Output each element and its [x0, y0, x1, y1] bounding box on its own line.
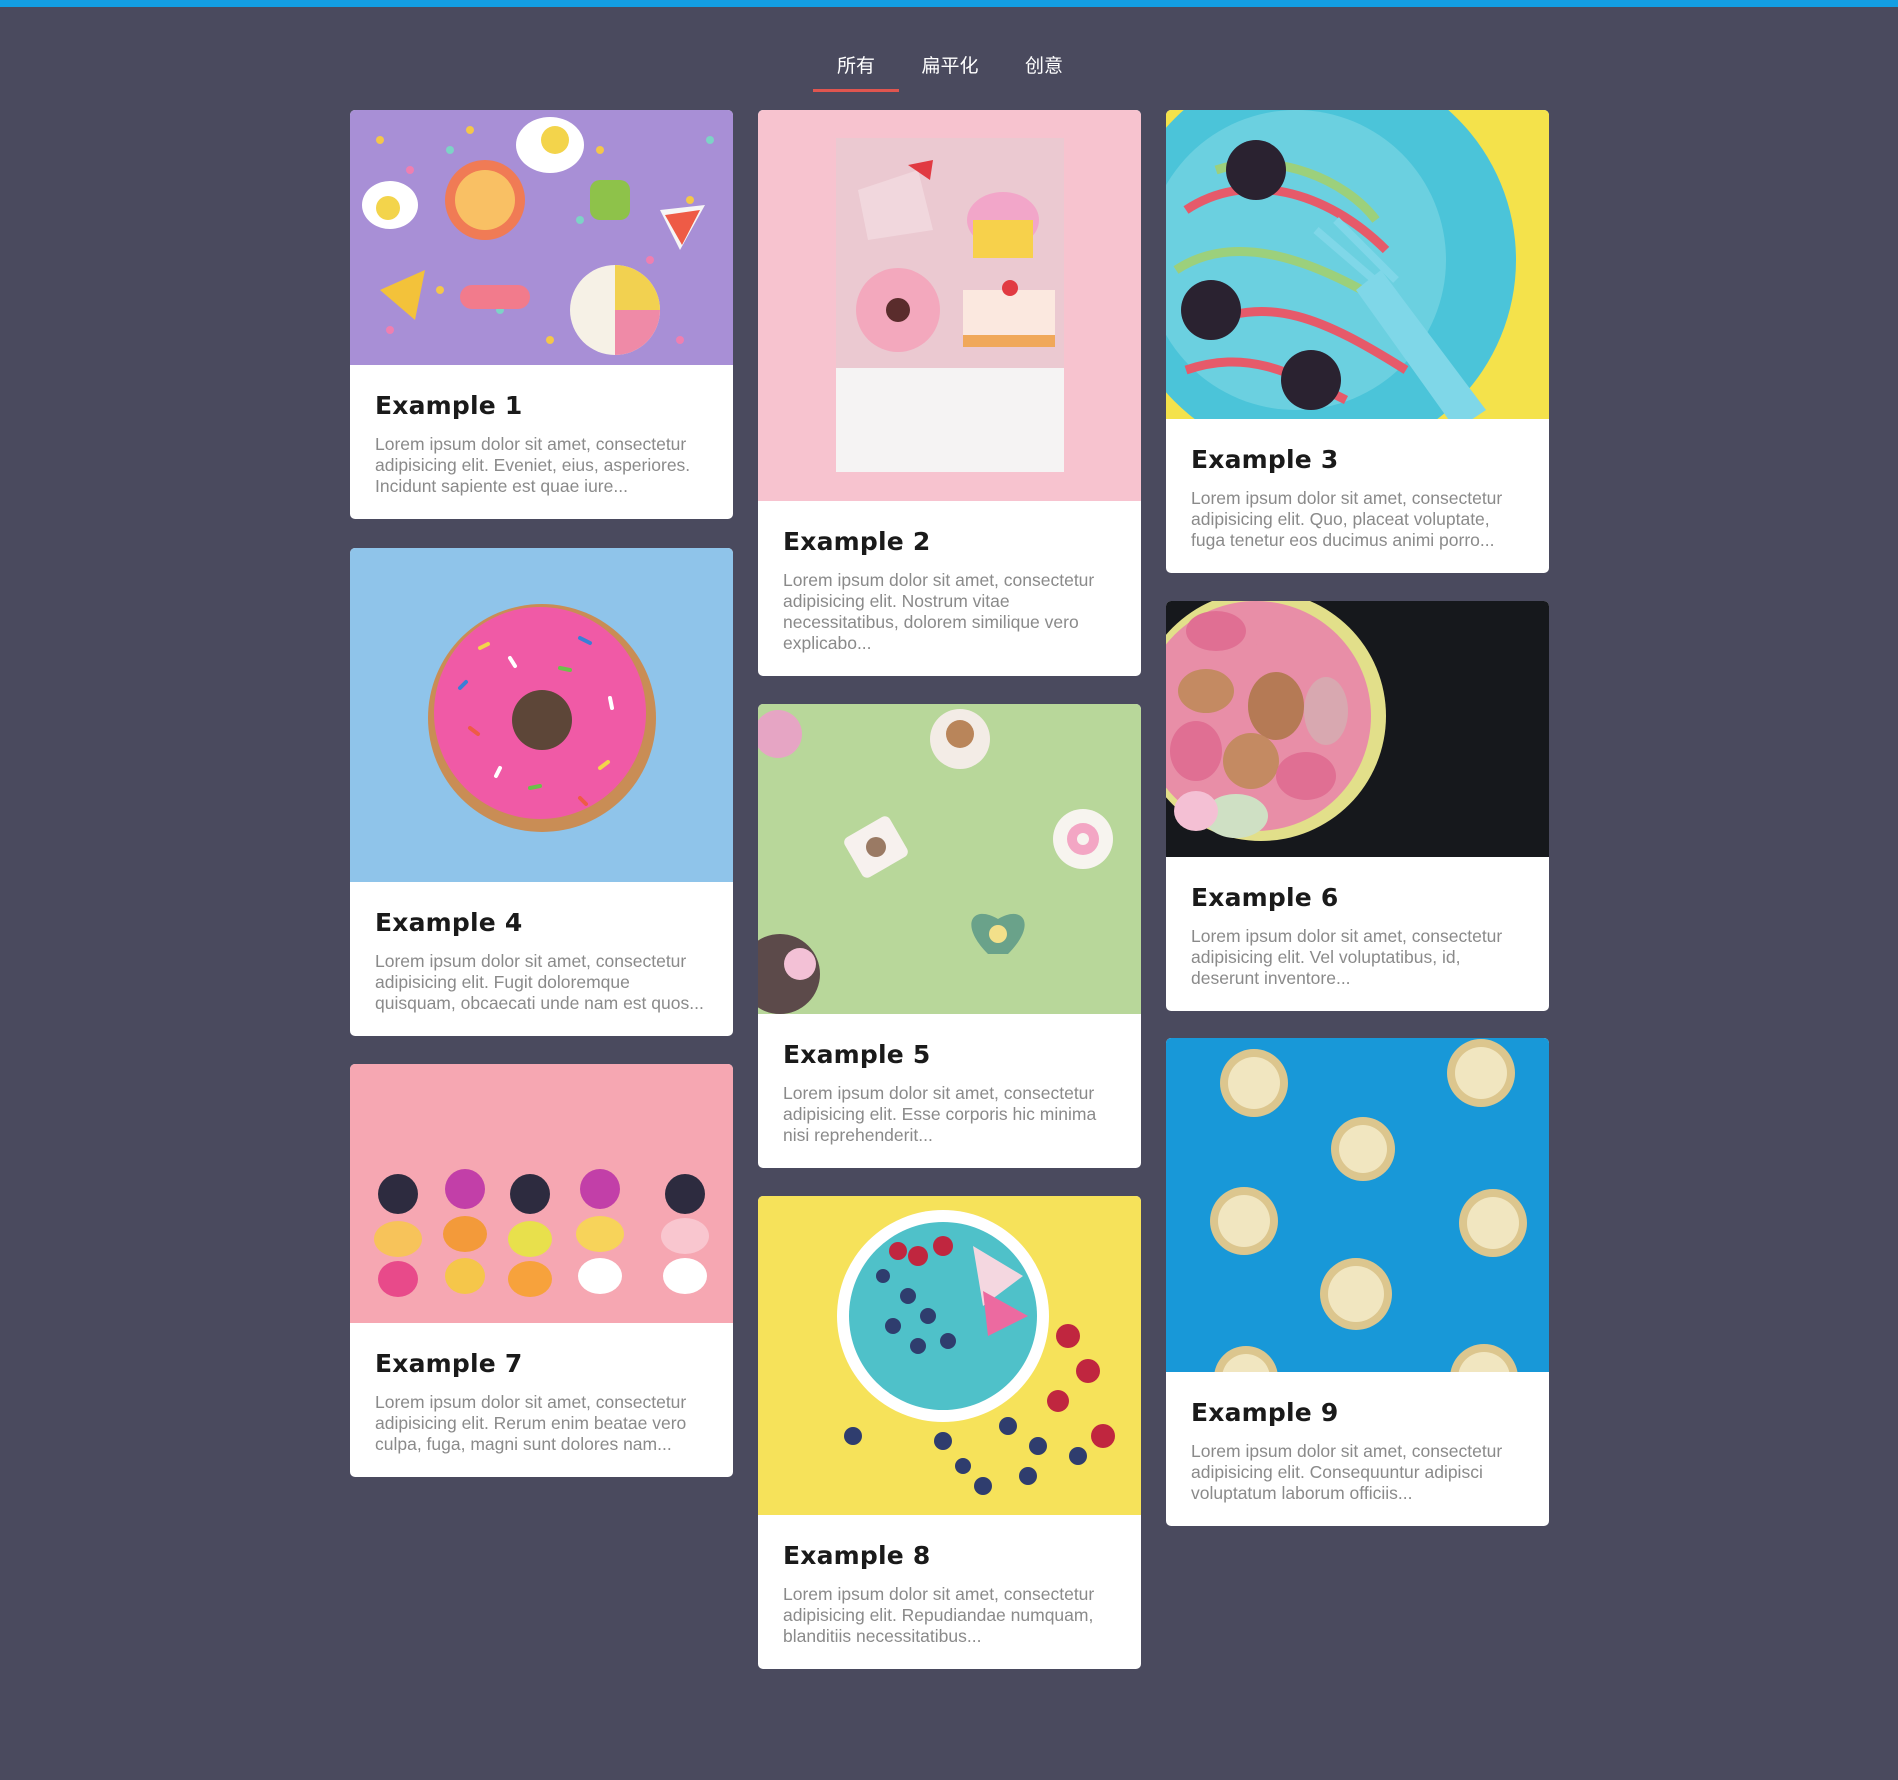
- card-title: Example 8: [783, 1541, 931, 1570]
- gallery-card[interactable]: Example 5 Lorem ipsum dolor sit amet, co…: [758, 704, 1141, 1168]
- gallery-card[interactable]: Example 8 Lorem ipsum dolor sit amet, co…: [758, 1196, 1141, 1669]
- gallery-card[interactable]: Example 6 Lorem ipsum dolor sit amet, co…: [1166, 601, 1549, 1011]
- card-title: Example 9: [1191, 1398, 1339, 1427]
- card-description: Lorem ipsum dolor sit amet, consectetur …: [375, 951, 704, 1013]
- tab-creative[interactable]: 创意: [1008, 48, 1080, 92]
- card-image-sweets: [350, 110, 733, 365]
- gallery-card[interactable]: Example 7 Lorem ipsum dolor sit amet, co…: [350, 1064, 733, 1477]
- card-image-candy-bowl: [1166, 110, 1549, 419]
- card-image-smoothie-bowl: [758, 1196, 1141, 1515]
- gallery-card[interactable]: Example 9 Lorem ipsum dolor sit amet, co…: [1166, 1038, 1549, 1526]
- card-description: Lorem ipsum dolor sit amet, consectetur …: [1191, 926, 1503, 988]
- gallery-card[interactable]: Example 2 Lorem ipsum dolor sit amet, co…: [758, 110, 1141, 676]
- card-title: Example 2: [783, 527, 931, 556]
- card-image-donut: [350, 548, 733, 882]
- card-description: Lorem ipsum dolor sit amet, consectetur …: [783, 1584, 1095, 1646]
- gallery-card[interactable]: Example 4 Lorem ipsum dolor sit amet, co…: [350, 548, 733, 1036]
- card-title: Example 5: [783, 1040, 931, 1069]
- card-title: Example 4: [375, 908, 523, 937]
- card-description: Lorem ipsum dolor sit amet, consectetur …: [1191, 1441, 1503, 1503]
- card-image-candies-green: [758, 704, 1141, 1014]
- card-description: Lorem ipsum dolor sit amet, consectetur …: [783, 570, 1095, 653]
- tab-flat[interactable]: 扁平化: [914, 48, 986, 92]
- card-title: Example 6: [1191, 883, 1339, 912]
- top-accent-bar: [0, 0, 1898, 7]
- card-title: Example 1: [375, 391, 523, 420]
- card-description: Lorem ipsum dolor sit amet, consectetur …: [375, 434, 691, 496]
- card-title: Example 7: [375, 1349, 523, 1378]
- gallery-card[interactable]: Example 3 Lorem ipsum dolor sit amet, co…: [1166, 110, 1549, 573]
- card-description: Lorem ipsum dolor sit amet, consectetur …: [375, 1392, 687, 1454]
- card-image-erasers: [758, 110, 1141, 501]
- card-description: Lorem ipsum dolor sit amet, consectetur …: [1191, 488, 1503, 550]
- card-title: Example 3: [1191, 445, 1339, 474]
- card-image-gummies: [350, 1064, 733, 1323]
- gallery-card[interactable]: Example 1 Lorem ipsum dolor sit amet, co…: [350, 110, 733, 519]
- card-image-macarons: [1166, 601, 1549, 857]
- tab-all[interactable]: 所有: [813, 48, 899, 92]
- filter-tabs: 所有 扁平化 创意: [0, 48, 1898, 92]
- card-description: Lorem ipsum dolor sit amet, consectetur …: [783, 1083, 1097, 1145]
- card-image-bananas: [1166, 1038, 1549, 1372]
